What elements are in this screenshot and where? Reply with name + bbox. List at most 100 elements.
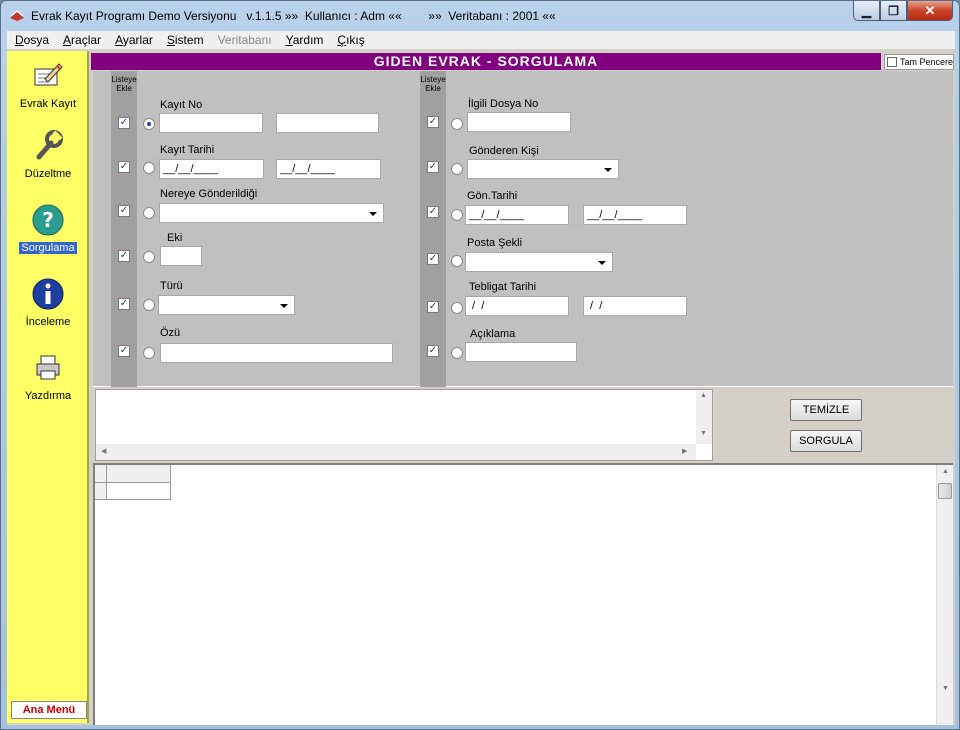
label-tebligat-tarihi: Tebligat Tarihi — [469, 281, 537, 293]
kayit-no-input-1[interactable] — [159, 113, 263, 133]
radio-kayit-no[interactable] — [143, 118, 155, 130]
temizle-button[interactable]: TEMİZLE — [790, 399, 862, 421]
radio-eki[interactable] — [143, 251, 155, 263]
sidebar-nav: Evrak Kayıt Düzeltme ? Sorgulama İncelem… — [7, 51, 89, 723]
aciklama-input[interactable] — [465, 342, 577, 362]
question-icon: ? — [32, 204, 64, 236]
gonderen-kisi-combo[interactable] — [467, 159, 619, 179]
kayit-tarihi-start[interactable]: __/__/____ — [159, 159, 264, 179]
menu-sistem[interactable]: Sistem — [167, 33, 204, 47]
scroll-down-icon[interactable]: ▼ — [700, 430, 707, 437]
liste-checkbox-gonderen[interactable]: ✓ — [427, 161, 439, 173]
grid-vertical-scrollbar[interactable]: ▲ ▼ — [936, 465, 953, 725]
checkbox-box[interactable] — [887, 57, 897, 67]
close-button[interactable]: ✕ — [907, 1, 953, 21]
nav-sorgulama[interactable]: ? Sorgulama — [7, 203, 89, 254]
liste-checkbox-posta[interactable]: ✓ — [427, 253, 439, 265]
radio-turu[interactable] — [143, 299, 155, 311]
liste-checkbox-kayit-no[interactable]: ✓ — [118, 117, 130, 129]
ana-menu-button[interactable]: Ana Menü — [11, 701, 87, 719]
nav-label: Yazdırma — [24, 390, 72, 402]
nav-label: İnceleme — [25, 316, 71, 328]
liste-checkbox-eki[interactable]: ✓ — [118, 250, 130, 262]
full-window-checkbox[interactable]: Tam Pencere — [884, 54, 954, 70]
grid-corner-cell — [95, 465, 107, 483]
gon-tarihi-end[interactable]: __/__/____ — [583, 205, 687, 225]
close-icon: ✕ — [924, 2, 936, 18]
liste-checkbox-turu[interactable]: ✓ — [118, 298, 130, 310]
nav-label: Sorgulama — [19, 242, 77, 254]
scroll-down-icon[interactable]: ▼ — [942, 685, 949, 692]
ozu-input[interactable] — [160, 343, 393, 363]
menu-cikis[interactable]: Çıkış — [337, 33, 364, 47]
eki-input[interactable] — [160, 246, 202, 266]
nav-evrak-kayit[interactable]: Evrak Kayıt — [7, 59, 89, 110]
minimize-button[interactable]: ▁ — [853, 1, 880, 21]
radio-posta[interactable] — [451, 255, 463, 267]
radio-kayit-tarihi[interactable] — [143, 162, 155, 174]
menu-araclar[interactable]: Araçlar — [63, 33, 101, 47]
radio-ozu[interactable] — [143, 347, 155, 359]
label-kayit-tarihi: Kayıt Tarihi — [160, 144, 215, 156]
liste-checkbox-gon-tarihi[interactable]: ✓ — [427, 206, 439, 218]
scroll-left-icon[interactable]: ◀ — [101, 447, 106, 455]
wrench-icon — [36, 130, 63, 160]
liste-header-right: Listeye Ekle — [420, 75, 446, 93]
label-eki: Eki — [167, 232, 183, 244]
grid-cell[interactable] — [107, 483, 171, 500]
radio-gonderen[interactable] — [451, 163, 463, 175]
radio-ilgili-dosya[interactable] — [451, 118, 463, 130]
tebligat-end[interactable]: / / — [583, 296, 687, 316]
menu-veritabani: Veritabanı — [217, 33, 272, 47]
radio-nereye[interactable] — [143, 207, 155, 219]
memo-horizontal-scrollbar[interactable]: ◀ ▶ — [96, 444, 696, 460]
nav-label: Düzeltme — [24, 168, 72, 180]
scroll-up-icon[interactable]: ▲ — [942, 468, 949, 475]
nav-yazdirma[interactable]: Yazdırma — [7, 351, 89, 402]
nav-duzeltme[interactable]: Düzeltme — [7, 129, 89, 180]
svg-text:?: ? — [42, 208, 54, 232]
gon-tarihi-start[interactable]: __/__/____ — [465, 205, 569, 225]
turu-combo[interactable] — [158, 295, 295, 315]
label-gon-tarihi: Gön.Tarihi — [467, 190, 518, 202]
menu-dosya[interactable]: Dosya — [15, 33, 49, 47]
liste-checkbox-nereye[interactable]: ✓ — [118, 205, 130, 217]
nav-inceleme[interactable]: İnceleme — [7, 277, 89, 328]
menu-ayarlar[interactable]: Ayarlar — [115, 33, 153, 47]
maximize-button[interactable]: ❐ — [880, 1, 907, 21]
scroll-thumb[interactable] — [938, 483, 952, 499]
liste-checkbox-ilgili-dosya[interactable]: ✓ — [427, 116, 439, 128]
sorgula-button[interactable]: SORGULA — [790, 430, 862, 452]
liste-checkbox-ozu[interactable]: ✓ — [118, 345, 130, 357]
query-text-memo[interactable]: ▲ ▼ ◀ ▶ — [95, 389, 713, 461]
scroll-right-icon[interactable]: ▶ — [682, 447, 687, 455]
tebligat-start[interactable]: / / — [465, 296, 569, 316]
chevron-down-icon — [604, 168, 612, 172]
info-icon — [32, 278, 64, 310]
ilgili-dosya-input[interactable] — [467, 112, 571, 132]
chevron-down-icon — [280, 304, 288, 308]
label-posta-sekli: Posta Şekli — [467, 237, 523, 249]
results-grid[interactable]: ▲ ▼ — [93, 463, 953, 725]
edit-document-icon — [34, 63, 63, 86]
app-window: Evrak Kayıt Programı Demo Versiyonu v.1.… — [0, 0, 960, 730]
liste-checkbox-kayit-tarihi[interactable]: ✓ — [118, 161, 130, 173]
grid-header-cell[interactable] — [107, 465, 171, 483]
liste-checkbox-tebligat[interactable]: ✓ — [427, 301, 439, 313]
nereye-combo[interactable] — [159, 203, 384, 223]
title-bar[interactable]: Evrak Kayıt Programı Demo Versiyonu v.1.… — [1, 1, 959, 31]
posta-sekli-combo[interactable] — [465, 252, 613, 272]
radio-gon-tarihi[interactable] — [451, 209, 463, 221]
kayit-tarihi-end[interactable]: __/__/____ — [276, 159, 381, 179]
memo-vertical-scrollbar[interactable]: ▲ ▼ — [696, 390, 712, 444]
scroll-up-icon[interactable]: ▲ — [700, 392, 707, 399]
radio-aciklama[interactable] — [451, 347, 463, 359]
liste-header-left: Listeye Ekle — [111, 75, 137, 93]
liste-checkbox-aciklama[interactable]: ✓ — [427, 345, 439, 357]
label-kayit-no: Kayıt No — [160, 99, 203, 111]
kayit-no-input-2[interactable] — [276, 113, 379, 133]
menu-bar: Dosya Araçlar Ayarlar Sistem Veritabanı … — [7, 31, 955, 49]
radio-tebligat[interactable] — [451, 302, 463, 314]
page-title: GIDEN EVRAK - SORGULAMA — [91, 53, 881, 70]
menu-yardim[interactable]: Yardım — [286, 33, 324, 47]
